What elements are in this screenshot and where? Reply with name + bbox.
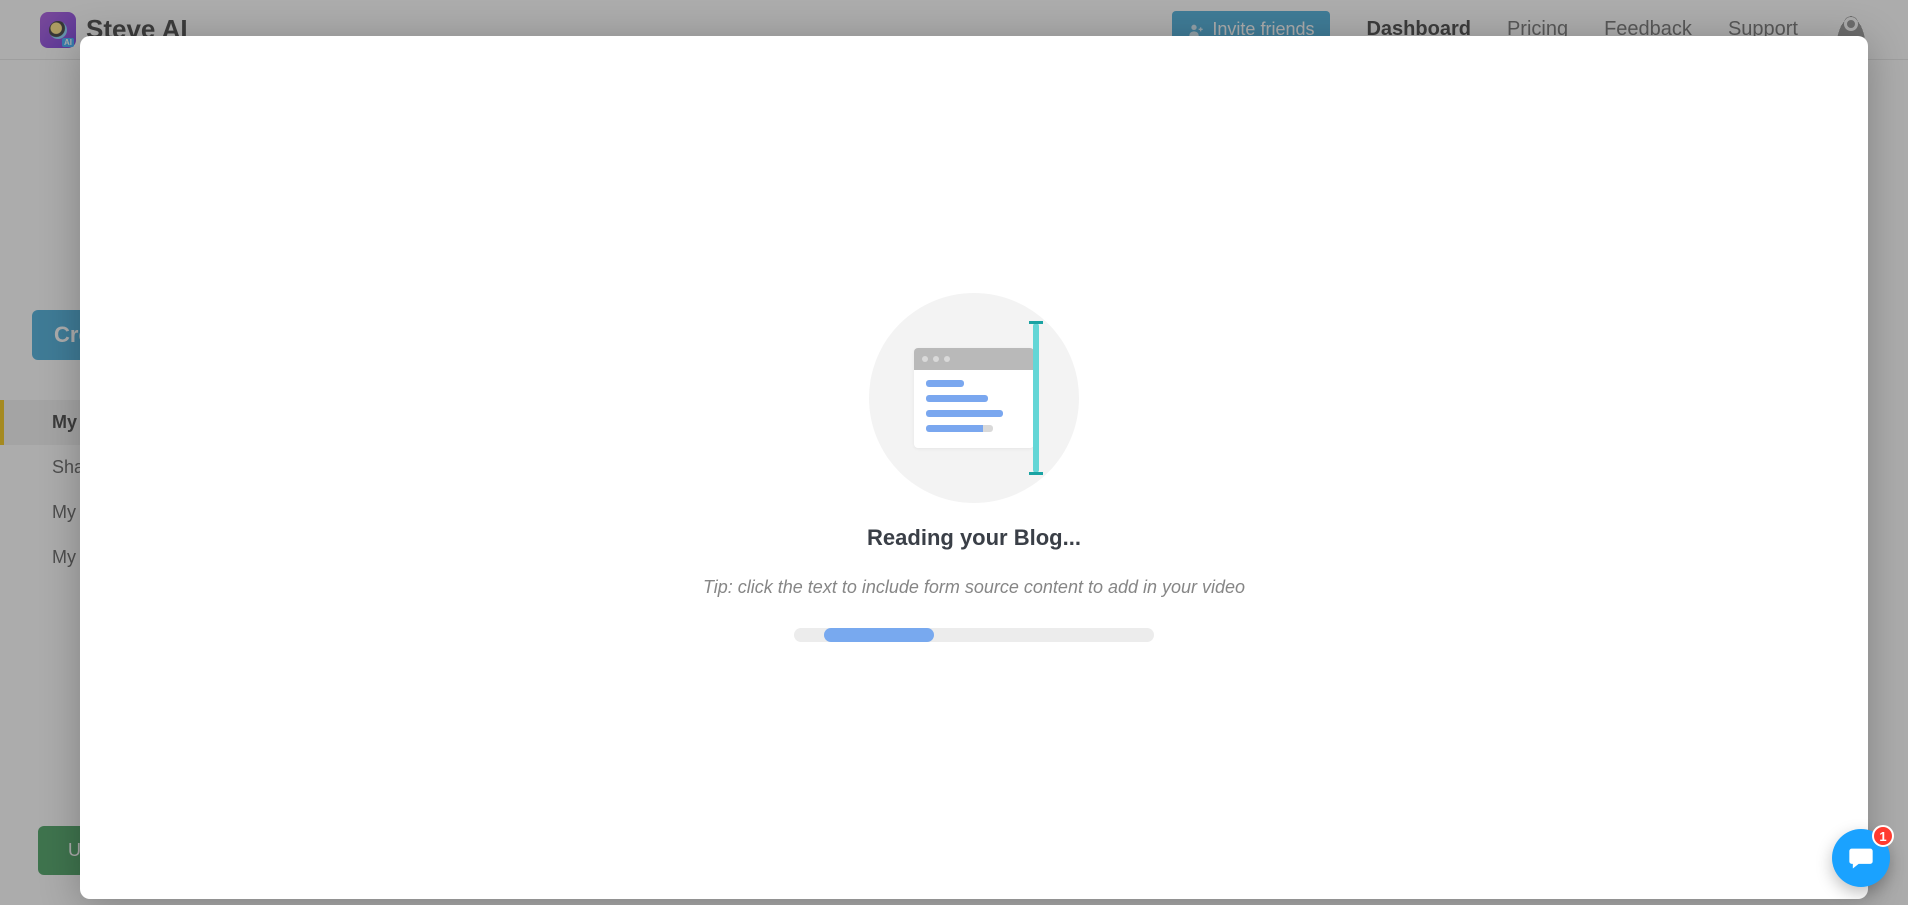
document-icon [914,348,1034,448]
chat-launcher-button[interactable]: 1 [1832,829,1890,887]
scan-bar-icon [1033,323,1039,473]
chat-badge: 1 [1872,825,1894,847]
loading-illustration [869,293,1079,503]
loading-modal: Reading your Blog... Tip: click the text… [80,36,1868,899]
loading-tip: Tip: click the text to include form sour… [703,577,1245,598]
progress-track [794,628,1154,642]
loading-title: Reading your Blog... [867,525,1081,551]
progress-bar [824,628,934,642]
chat-icon [1847,844,1875,872]
